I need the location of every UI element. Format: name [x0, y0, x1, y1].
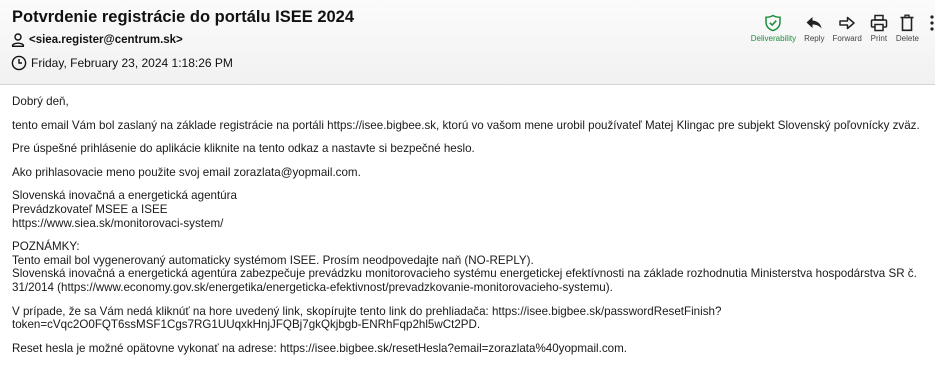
- email-body: Dobrý deň, tento email Vám bol zaslaný n…: [0, 85, 935, 355]
- signature-org: Slovenská inovačná a energetická agentúr…: [12, 189, 237, 203]
- sender-row: <siea.register@centrum.sk>: [11, 32, 183, 48]
- forward-button[interactable]: Forward: [833, 14, 862, 43]
- notes-heading: POZNÁMKY:: [12, 240, 80, 254]
- forward-label: Forward: [832, 34, 862, 43]
- sent-date: Friday, February 23, 2024 1:18:26 PM: [31, 56, 233, 70]
- login-username-note: Ako prihlasovacie meno použite svoj emai…: [12, 165, 361, 179]
- print-label: Print: [870, 34, 888, 43]
- printer-icon: [870, 14, 888, 32]
- forward-icon: [839, 16, 855, 30]
- registration-paragraph: tento email Vám bol zaslaný na základe r…: [12, 118, 920, 132]
- email-subject: Potvrdenie registrácie do portálu ISEE 2…: [12, 8, 355, 26]
- shield-check-icon: [765, 14, 782, 32]
- greeting: Dobrý deň,: [12, 95, 69, 108]
- deliverability-label: Deliverability: [750, 34, 797, 43]
- sender-address[interactable]: <siea.register@centrum.sk>: [29, 34, 183, 46]
- reply-label: Reply: [804, 34, 825, 43]
- print-button[interactable]: Print: [870, 14, 888, 43]
- delete-label: Delete: [895, 34, 919, 43]
- signature-link[interactable]: https://www.siea.sk/monitorovaci-system/: [12, 217, 923, 231]
- link-fallback-text: V prípade, že sa Vám nedá kliknúť na hor…: [12, 304, 722, 318]
- deliverability-button[interactable]: Deliverability: [751, 14, 796, 43]
- notes-line: Slovenská inovačná a energetická agentúr…: [12, 267, 917, 281]
- more-options-button[interactable]: [929, 14, 935, 32]
- person-icon: [11, 33, 25, 47]
- reset-token-link[interactable]: token=cVqc2O0FQT6ssMSF1Cgs7RG1UUqxkHnjJF…: [12, 318, 923, 332]
- login-instructions: Pre úspešné prihlásenie do aplikácie kli…: [12, 142, 475, 156]
- notes: POZNÁMKY: Tento email bol vygenerovaný a…: [12, 240, 923, 294]
- delete-button[interactable]: Delete: [896, 14, 919, 43]
- signature-role: Prevádzkovateľ MSEE a ISEE: [12, 202, 168, 216]
- message-toolbar: Deliverability Reply Forward Print Delet…: [747, 14, 935, 43]
- link-fallback-note: V prípade, že sa Vám nedá kliknúť na hor…: [12, 305, 923, 332]
- trash-icon: [900, 14, 914, 32]
- notes-line: Tento email bol vygenerovaný automaticky…: [12, 253, 534, 267]
- email-header: Potvrdenie registrácie do portálu ISEE 2…: [0, 0, 935, 85]
- notes-line: 31/2014 (https://www.economy.gov.sk/ener…: [12, 280, 613, 294]
- reply-icon: [806, 17, 822, 29]
- date-row: Friday, February 23, 2024 1:18:26 PM: [11, 55, 233, 71]
- clock-icon: [11, 55, 27, 71]
- more-vertical-icon: [930, 15, 934, 31]
- signature: Slovenská inovačná a energetická agentúr…: [12, 189, 923, 230]
- reset-password-note: Reset hesla je možné opätovne vykonať na…: [12, 341, 627, 355]
- reply-button[interactable]: Reply: [804, 14, 825, 43]
